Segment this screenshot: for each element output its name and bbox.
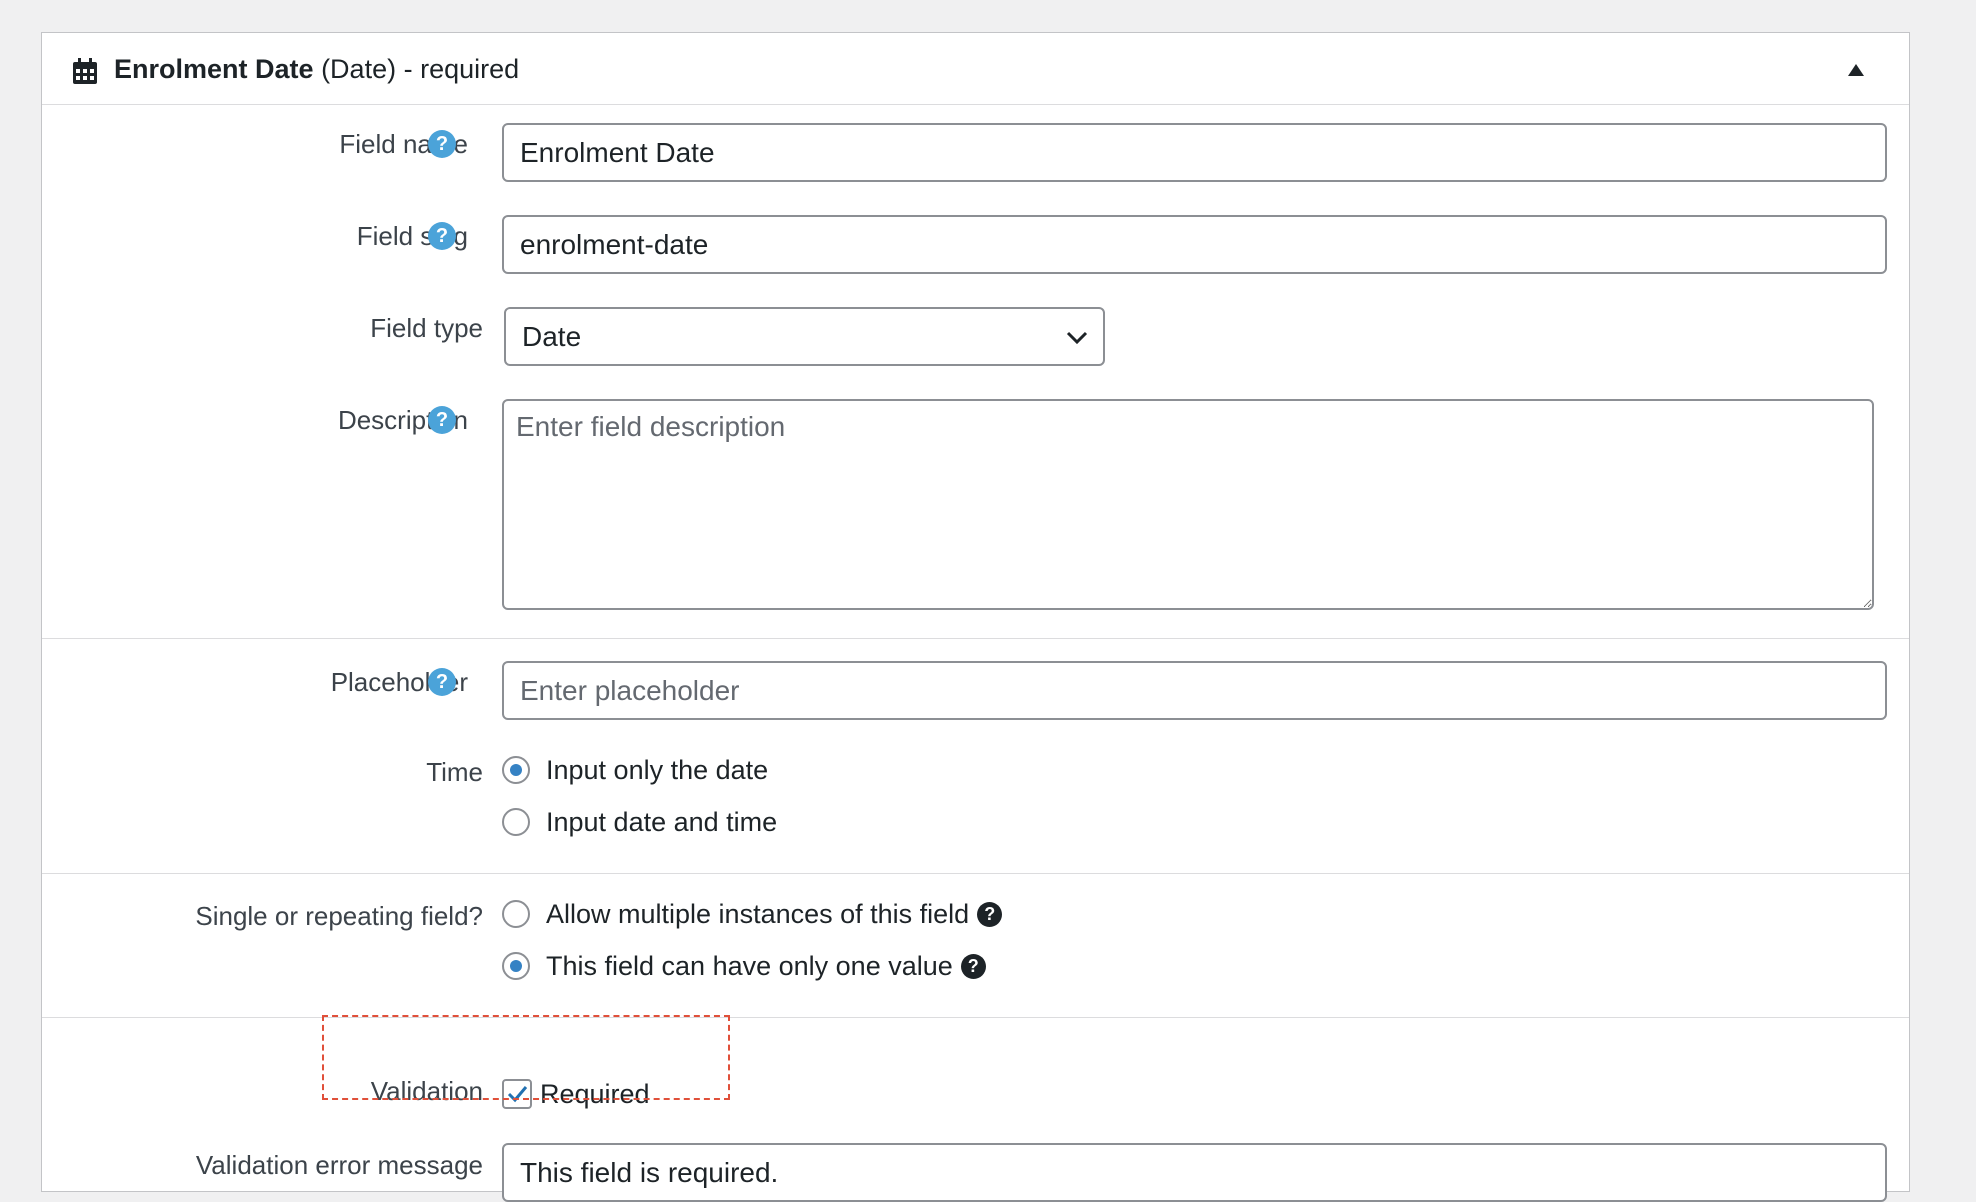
description-help-icon[interactable]: ? (428, 406, 456, 434)
radio-selected[interactable] (502, 756, 530, 784)
repeating-option-multiple[interactable]: Allow multiple instances of this field ? (502, 898, 1003, 930)
field-name-input[interactable] (502, 123, 1887, 182)
header-status: - required (403, 54, 520, 84)
section-divider (42, 638, 1909, 639)
time-option-date-and-time[interactable]: Input date and time (502, 806, 777, 838)
question-circle-icon[interactable]: ? (977, 901, 1003, 927)
radio-label: Input only the date (546, 755, 769, 785)
section-divider (42, 873, 1909, 874)
field-type-select[interactable]: Date (504, 307, 1105, 366)
field-slug-input[interactable] (502, 215, 1887, 274)
field-slug-help-icon[interactable]: ? (428, 222, 456, 250)
field-type-label: Field type (370, 313, 483, 343)
radio-unselected[interactable] (502, 900, 530, 928)
chevron-down-icon (1066, 331, 1088, 345)
header-field-type: (Date) (321, 54, 397, 84)
header-field-name: Enrolment Date (114, 54, 314, 84)
radio-selected[interactable] (502, 952, 530, 980)
radio-label: Allow multiple instances of this field (546, 899, 970, 929)
validation-error-label: Validation error message (195, 1150, 483, 1180)
time-option-date-only[interactable]: Input only the date (502, 754, 768, 786)
radio-label: Input date and time (546, 807, 778, 837)
validation-error-input[interactable] (502, 1143, 1887, 1202)
field-header[interactable]: Enrolment Date (Date) - required (42, 33, 1909, 105)
field-header-title: Enrolment Date (Date) - required (114, 53, 519, 85)
calendar-icon (73, 58, 97, 84)
radio-unselected[interactable] (502, 808, 530, 836)
placeholder-input[interactable] (502, 661, 1887, 720)
annotation-highlight-box (322, 1015, 730, 1100)
radio-label: This field can have only one value (546, 951, 953, 981)
repeating-label: Single or repeating field? (195, 901, 483, 931)
repeating-option-single[interactable]: This field can have only one value ? (502, 950, 986, 982)
field-type-selected-value: Date (522, 321, 582, 352)
placeholder-help-icon[interactable]: ? (428, 668, 456, 696)
collapse-toggle-button[interactable] (1841, 57, 1871, 83)
description-textarea[interactable] (502, 399, 1874, 610)
field-name-help-icon[interactable]: ? (428, 130, 456, 158)
triangle-up-icon (1848, 64, 1864, 76)
time-label: Time (426, 757, 483, 787)
question-circle-icon[interactable]: ? (960, 953, 986, 979)
